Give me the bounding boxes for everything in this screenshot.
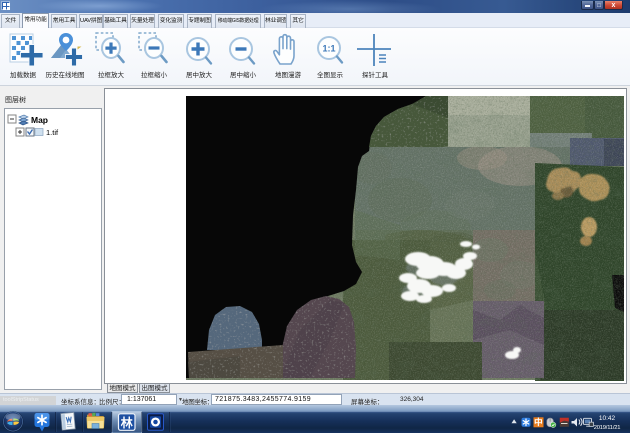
svg-text:Map: Map xyxy=(31,115,48,125)
svg-text:1:1: 1:1 xyxy=(322,44,335,54)
svg-text:1.tif: 1.tif xyxy=(46,128,59,137)
svg-text:林: 林 xyxy=(121,415,133,430)
svg-text:中: 中 xyxy=(534,417,543,427)
